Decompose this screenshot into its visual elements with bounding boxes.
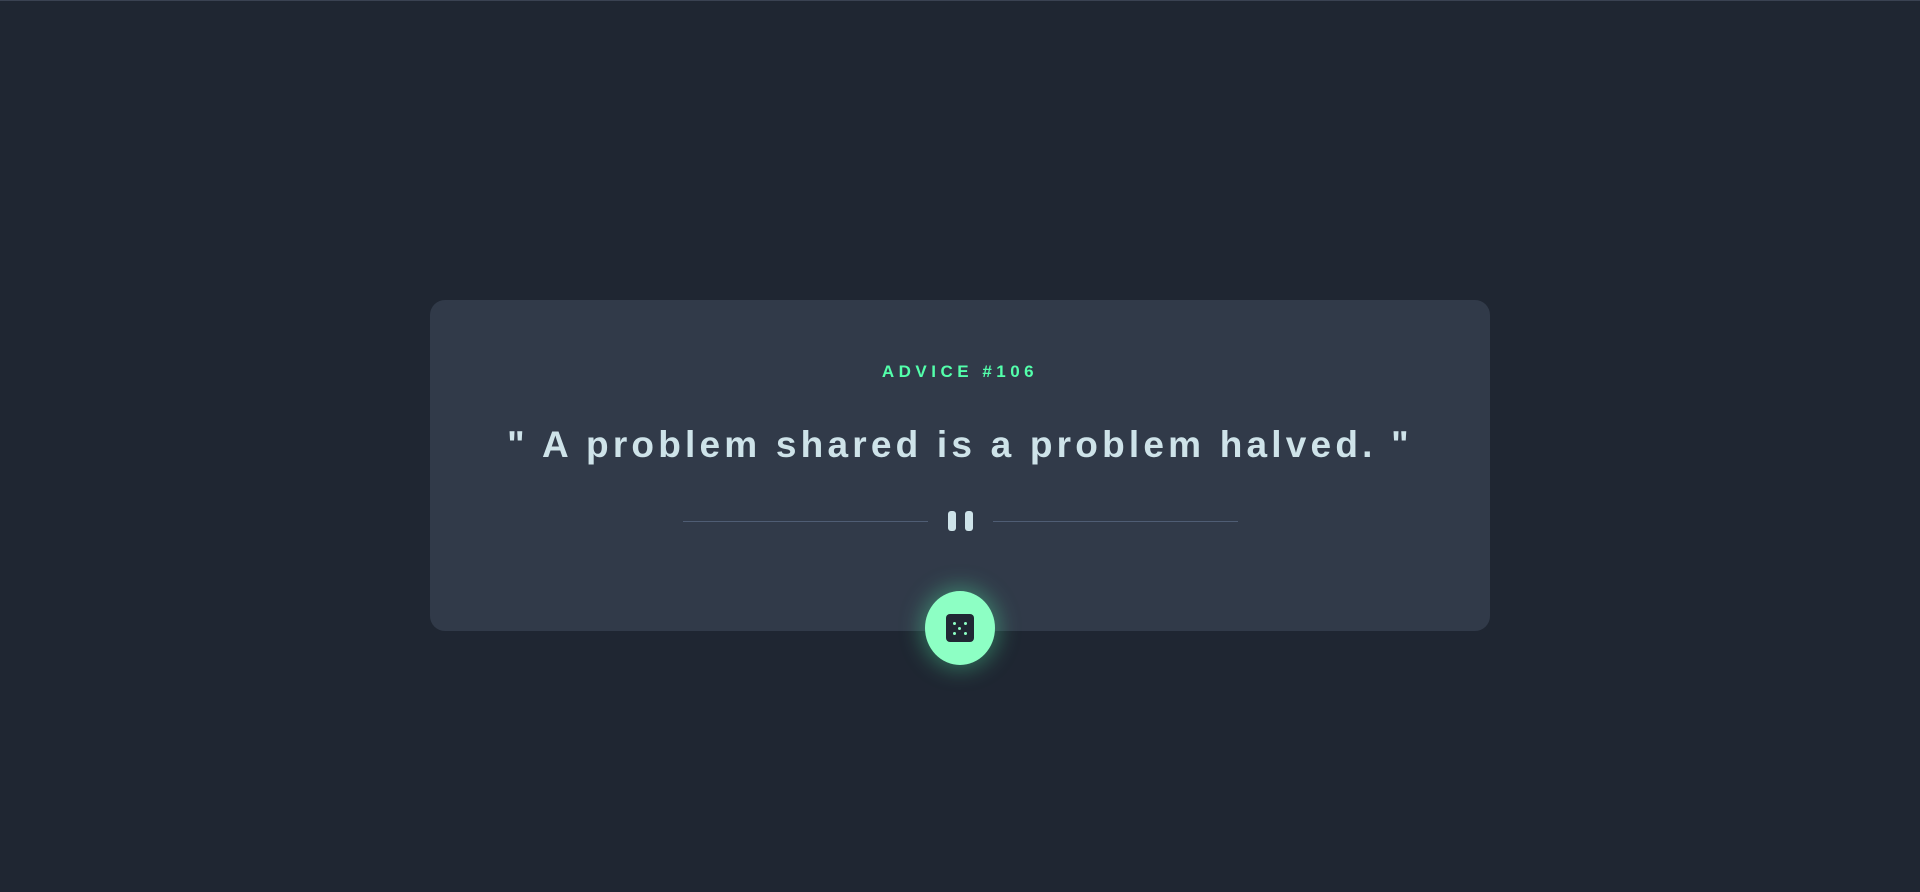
pause-bar-left [948,511,956,531]
advice-number: ADVICE #106 [881,362,1039,381]
advice-quote: " A problem shared is a problem halved. … [507,424,1413,465]
pause-bar-right [965,511,973,531]
advice-card: ADVICE #106 " A problem shared is a prob… [430,300,1490,631]
top-border [0,0,1920,1]
divider-line-right [993,521,1238,522]
generate-advice-button[interactable] [925,591,995,665]
pause-icon [947,511,975,531]
dice-icon [946,614,974,642]
divider-line-left [683,521,928,522]
